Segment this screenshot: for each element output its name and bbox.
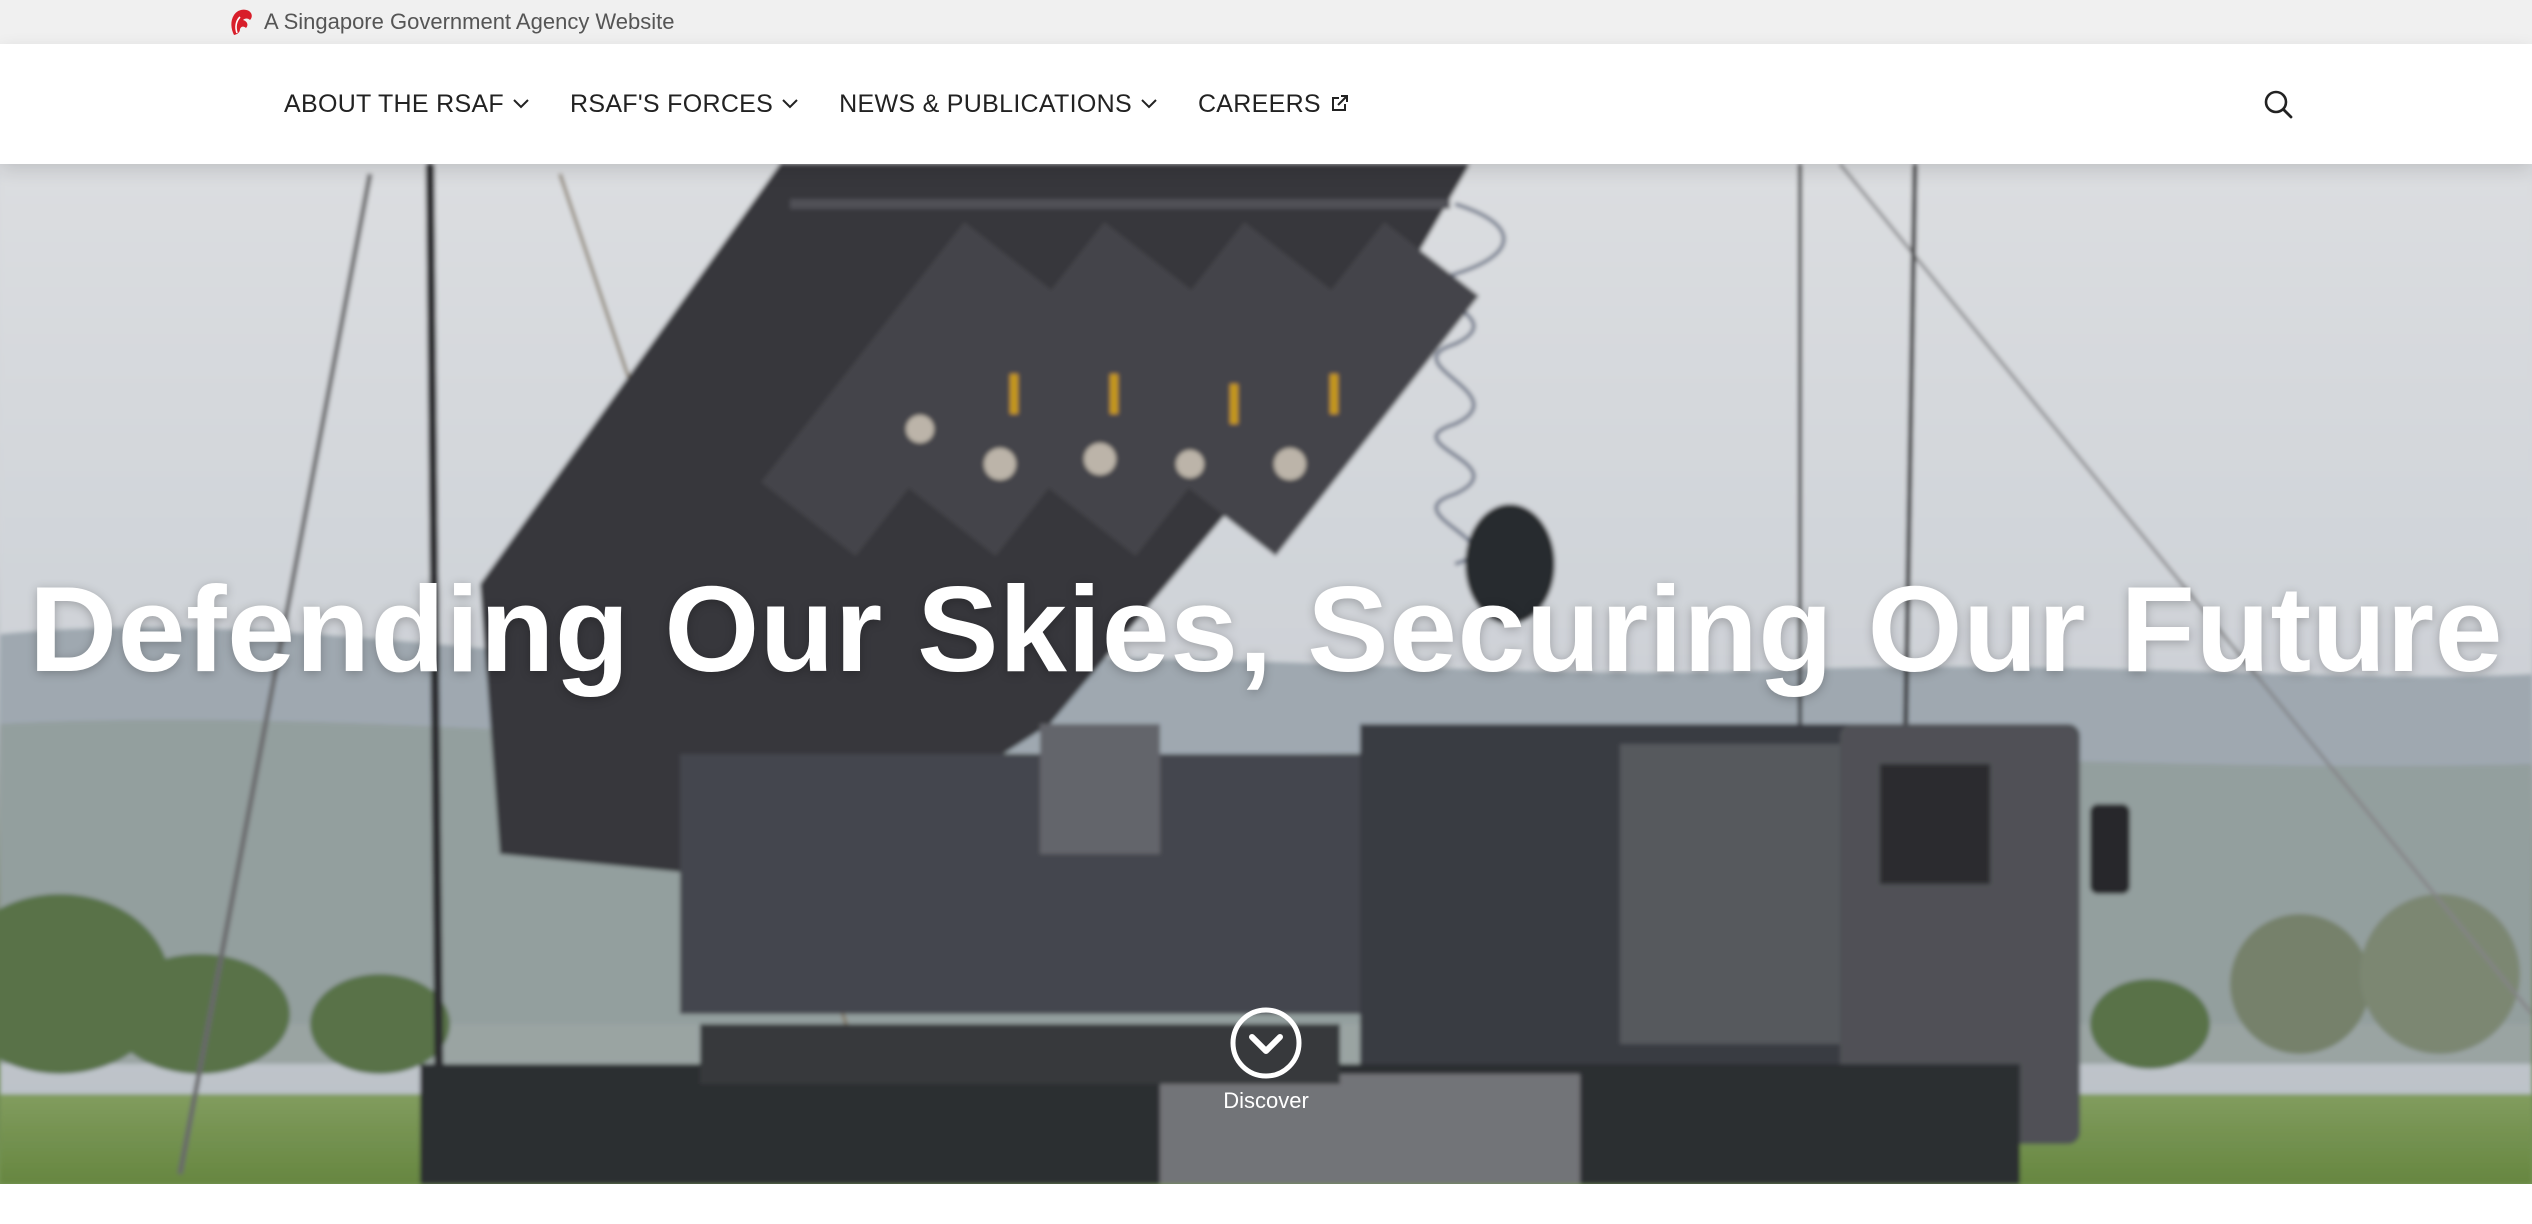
nav-item-label: ABOUT THE RSAF [284, 89, 504, 118]
page-content-start [0, 1184, 2532, 1224]
masthead-text: A Singapore Government Agency Website [264, 9, 675, 34]
nav-item-careers[interactable]: CAREERS [1198, 90, 1349, 119]
nav-item-about-the-rsaf[interactable]: ABOUT THE RSAF [284, 90, 530, 119]
nav-item-label: RSAF'S FORCES [569, 89, 774, 118]
lion-head-icon [228, 7, 254, 37]
chevron-circle-down-icon [1230, 1007, 1302, 1079]
nav-item-label: CAREERS [1197, 89, 1321, 118]
hero-title: Defending Our Skies, Securing Our Future [29, 561, 2503, 697]
nav-item-rsafs-forces[interactable]: RSAF'S FORCES [570, 90, 799, 119]
search-button[interactable] [2258, 84, 2298, 124]
external-link-icon [1331, 95, 1348, 111]
chevron-down-icon [513, 99, 529, 109]
government-masthead: A Singapore Government Agency Website [0, 0, 2532, 44]
masthead-content: A Singapore Government Agency Website [228, 0, 675, 44]
discover-label: Discover [1223, 1088, 1309, 1113]
site-header: ABOUT THE RSAF RSAF'S FORCES NEWS & PUBL… [0, 44, 2532, 164]
main-navigation: ABOUT THE RSAF RSAF'S FORCES NEWS & PUBL… [284, 44, 1349, 164]
discover-button[interactable]: Discover [1216, 1006, 1316, 1114]
nav-item-label: NEWS & PUBLICATIONS [839, 89, 1132, 118]
chevron-down-icon [782, 99, 798, 109]
chevron-down-icon [1141, 99, 1157, 109]
nav-item-news-publications[interactable]: NEWS & PUBLICATIONS [839, 90, 1158, 119]
search-icon [2264, 90, 2293, 119]
hero-banner: Defending Our Skies, Securing Our Future… [0, 164, 2532, 1184]
